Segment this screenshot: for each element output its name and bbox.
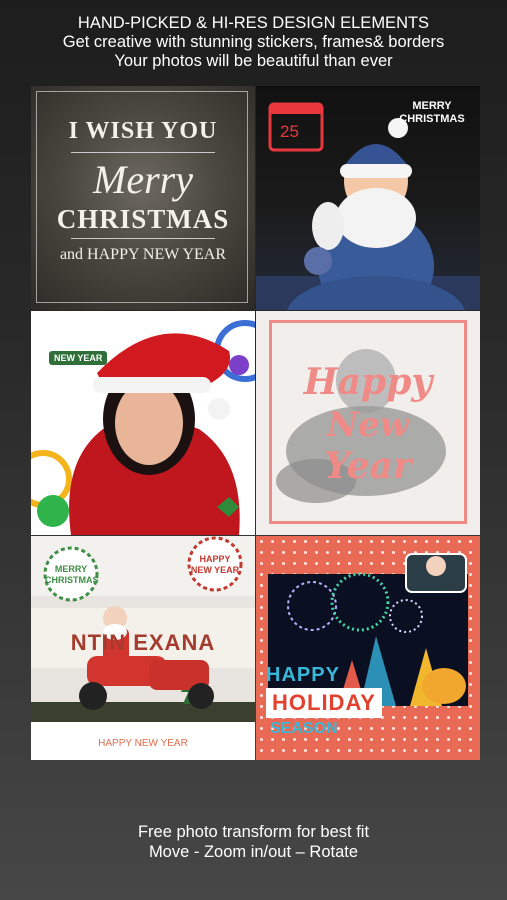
sample-santa-figurine[interactable]: 25 MERRY CHRISTMAS [256,86,480,310]
sample-santa-motorcycle[interactable]: MERRY CHRISTMAS HAPPY NEW YEAR NTIN EXAN… [31,536,255,760]
footer-text: Free photo transform for best fit Move -… [0,822,507,862]
tile-text-year: Year [324,445,412,487]
storefront-sign: NTIN EXANA [70,630,216,655]
tile-text-merry: Merry [93,157,193,202]
header-text: HAND-PICKED & HI-RES DESIGN ELEMENTS Get… [0,14,507,71]
merry-christmas-badge: MERRY CHRISTMAS [45,564,99,585]
sample-happy-holiday-fireworks[interactable]: HAPPY HOLIDAY SEASON [256,536,480,760]
sample-merry-christmas-vintage[interactable]: I WISH YOU Merry CHRISTMAS and HAPPY NEW… [31,86,255,310]
footer-line-1: Free photo transform for best fit [137,823,370,841]
happy-new-year-caption: HAPPY NEW YEAR [98,738,188,749]
tile-text-happy: Happy [303,361,433,403]
header-line-3: Your photos will be beautiful than ever [114,52,393,70]
calendar-date: 25 [280,122,299,141]
tile-text-christmas: CHRISTMAS [56,204,230,234]
divider [71,152,215,153]
sample-santa-hat-portrait[interactable]: NEW YEAR [31,311,255,535]
merry-christmas-sticker: MERRY CHRISTMAS [399,100,465,125]
tile-text-new: New [327,405,409,445]
divider [71,238,215,239]
header-line-1: HAND-PICKED & HI-RES DESIGN ELEMENTS [77,14,430,32]
santa-hat-portrait-image [31,320,255,535]
tile-text-new-year: and HAPPY NEW YEAR [59,246,227,263]
season-text: SEASON [270,720,338,737]
happy-new-year-badge: HAPPY NEW YEAR [190,554,240,575]
sample-happy-new-year-bw[interactable]: Happy New Year [256,311,480,535]
happy-text: HAPPY [266,664,340,686]
holiday-text: HOLIDAY [266,688,382,718]
sample-grid: I WISH YOU Merry CHRISTMAS and HAPPY NEW… [31,86,481,760]
header-line-2: Get creative with stunning stickers, fra… [62,33,445,51]
tile-text-wish: I WISH YOU [68,118,218,144]
new-year-badge: NEW YEAR [49,351,108,365]
footer-line-2: Move - Zoom in/out – Rotate [148,843,359,861]
